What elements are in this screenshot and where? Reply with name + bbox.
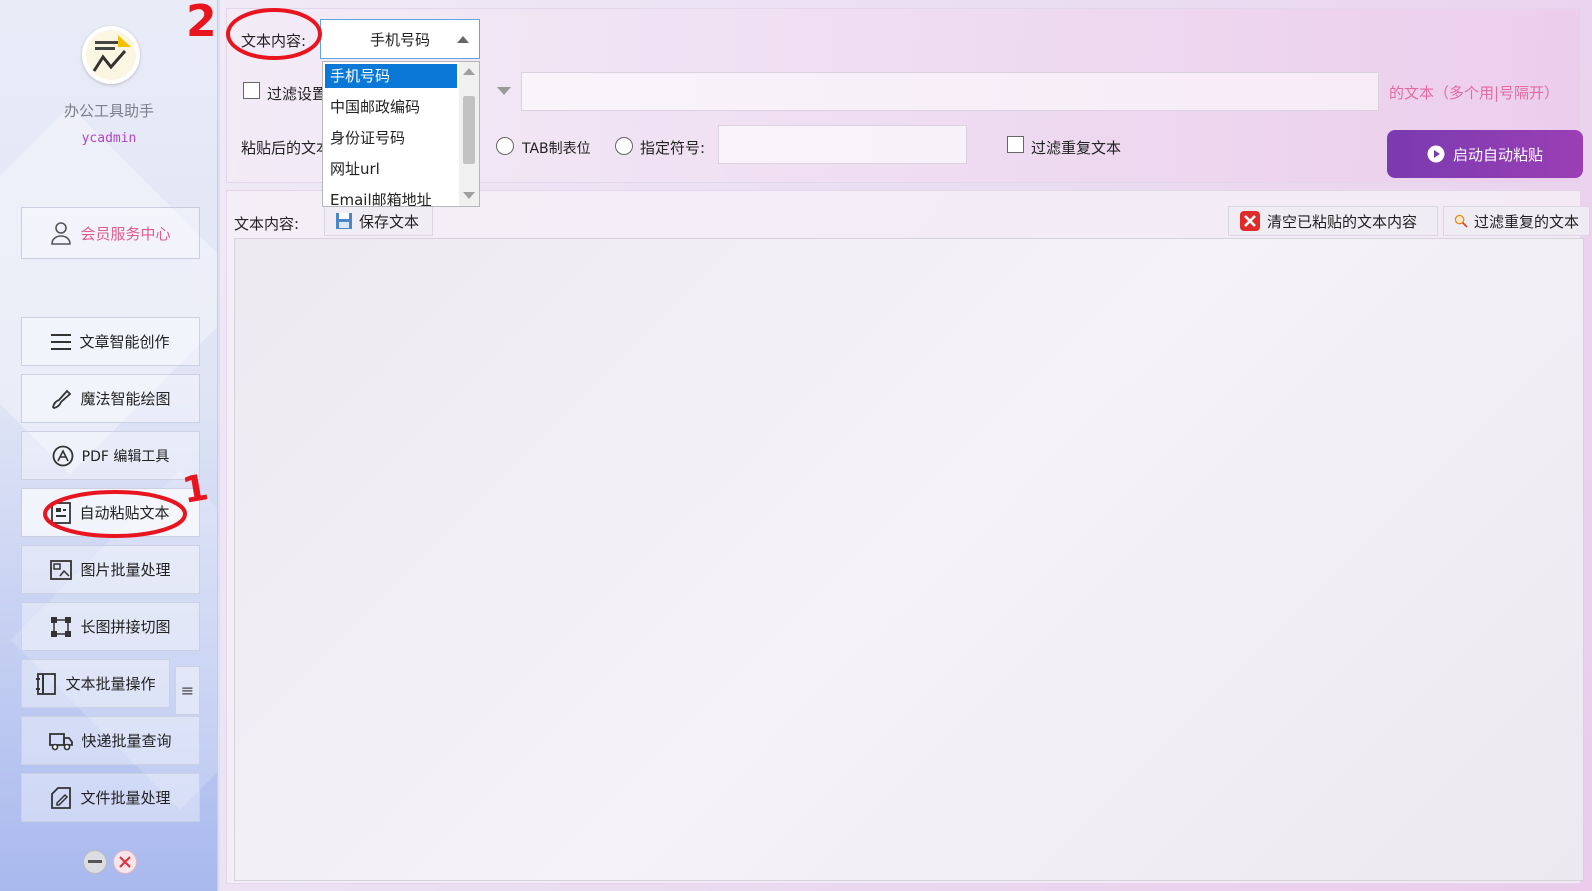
sidebar-item-label: 文件批量处理 [80, 789, 171, 807]
content-type-dropdown: 手机号码 中国邮政编码 身份证号码 网址url Email邮箱地址 [322, 61, 480, 207]
sidebar-item-label: 快递批量查询 [81, 732, 172, 750]
filter-text-input[interactable] [521, 72, 1379, 111]
sidebar-item-file-batch[interactable]: 文件批量处理 [21, 773, 200, 822]
sidebar-item-article[interactable]: 文章智能创作 [21, 317, 200, 366]
scroll-up-icon[interactable] [463, 68, 475, 75]
content-type-select[interactable]: 手机号码 [320, 19, 480, 59]
dropdown-option[interactable]: Email邮箱地址 [325, 188, 457, 206]
sidebar-item-label: PDF 编辑工具 [81, 448, 170, 465]
brush-icon [52, 389, 72, 409]
dropdown-option[interactable]: 身份证号码 [325, 126, 457, 150]
start-auto-paste-button[interactable]: 启动自动粘贴 [1387, 130, 1583, 178]
filter-checkbox[interactable] [243, 82, 260, 99]
sidebar: 办公工具助手 ycadmin 会员服务中心 文章智能创作 魔法智能绘图 PDF … [0, 0, 218, 891]
chevron-down-icon[interactable] [497, 87, 511, 95]
dropdown-option[interactable]: 中国邮政编码 [325, 95, 457, 119]
sidebar-item-auto-paste[interactable]: 自动粘贴文本 [21, 488, 200, 537]
chevron-up-icon [457, 36, 469, 43]
sidebar-item-pdf[interactable]: PDF 编辑工具 [21, 431, 200, 480]
content-label: 文本内容: [234, 215, 300, 233]
dedupe-label: 过滤重复文本 [1031, 139, 1122, 157]
minimize-button[interactable] [83, 850, 107, 874]
sidebar-item-label: 魔法智能绘图 [80, 390, 171, 408]
start-button-label: 启动自动粘贴 [1452, 145, 1543, 164]
tab-radio[interactable] [496, 137, 514, 155]
user-name: ycadmin [81, 131, 137, 146]
file-edit-icon [51, 786, 72, 809]
filter-duplicate-button[interactable]: 过滤重复的文本 [1443, 206, 1590, 236]
sidebar-item-label: 自动粘贴文本 [79, 504, 170, 522]
sidebar-item-label: 文章智能创作 [79, 333, 170, 351]
dropdown-option[interactable]: 手机号码 [325, 64, 457, 88]
symbol-radio-label: 指定符号: [640, 139, 706, 157]
sidebar-item-label: 长图拼接切图 [80, 618, 171, 636]
dropdown-scrollbar[interactable] [459, 62, 479, 206]
clear-pasted-button[interactable]: 清空已粘贴的文本内容 [1228, 206, 1438, 236]
pdf-tool-icon [52, 445, 74, 466]
symbol-input[interactable] [718, 125, 967, 164]
member-center-button[interactable]: 会员服务中心 [21, 207, 200, 259]
sidebar-item-text-batch[interactable]: 文本批量操作 [21, 659, 170, 708]
clear-pasted-label: 清空已粘贴的文本内容 [1267, 212, 1418, 231]
paste-text-icon [51, 501, 72, 524]
content-type-label: 文本内容: [241, 32, 307, 50]
play-icon [1427, 145, 1445, 163]
app-name: 办公工具助手 [63, 102, 154, 120]
sidebar-item-label: 图片批量处理 [80, 561, 171, 579]
dedupe-checkbox[interactable] [1007, 136, 1024, 153]
image-icon [50, 559, 73, 580]
crop-icon [51, 616, 72, 637]
sidebar-item-drawing[interactable]: 魔法智能绘图 [21, 374, 200, 423]
tab-radio-label: TAB制表位 [522, 141, 591, 157]
app-logo-icon [82, 26, 140, 84]
clear-icon [1240, 211, 1260, 231]
filter-duplicate-label: 过滤重复的文本 [1473, 212, 1579, 231]
close-button[interactable] [113, 850, 137, 874]
dropdown-option[interactable]: 网址url [325, 157, 457, 181]
sidebar-item-long-image[interactable]: 长图拼接切图 [21, 602, 200, 651]
sidebar-item-image-batch[interactable]: 图片批量处理 [21, 545, 200, 594]
paste-separator-label: 粘贴后的文本 [241, 139, 332, 157]
content-type-value: 手机号码 [369, 30, 430, 49]
magnifier-icon [1454, 214, 1468, 228]
list-icon [51, 333, 72, 350]
member-center-label: 会员服务中心 [80, 224, 171, 243]
sidebar-item-label: 文本批量操作 [65, 675, 156, 693]
symbol-radio[interactable] [615, 137, 633, 155]
minus-icon [88, 860, 102, 863]
user-icon [51, 222, 72, 245]
save-text-label: 保存文本 [359, 212, 420, 231]
save-icon [336, 213, 352, 229]
scroll-down-icon[interactable] [463, 192, 475, 199]
content-textarea[interactable] [234, 238, 1584, 881]
filter-label: 过滤设置 [267, 85, 328, 103]
truck-icon [49, 732, 74, 750]
text-batch-menu-button[interactable]: ≡ [175, 666, 200, 715]
filter-hint: 的文本（多个用|号隔开） [1389, 84, 1560, 102]
book-icon [36, 672, 57, 695]
scroll-thumb[interactable] [463, 96, 475, 164]
menu-icon: ≡ [180, 681, 195, 700]
close-icon [119, 856, 131, 868]
sidebar-item-express[interactable]: 快递批量查询 [21, 716, 200, 765]
save-text-button[interactable]: 保存文本 [324, 206, 433, 236]
